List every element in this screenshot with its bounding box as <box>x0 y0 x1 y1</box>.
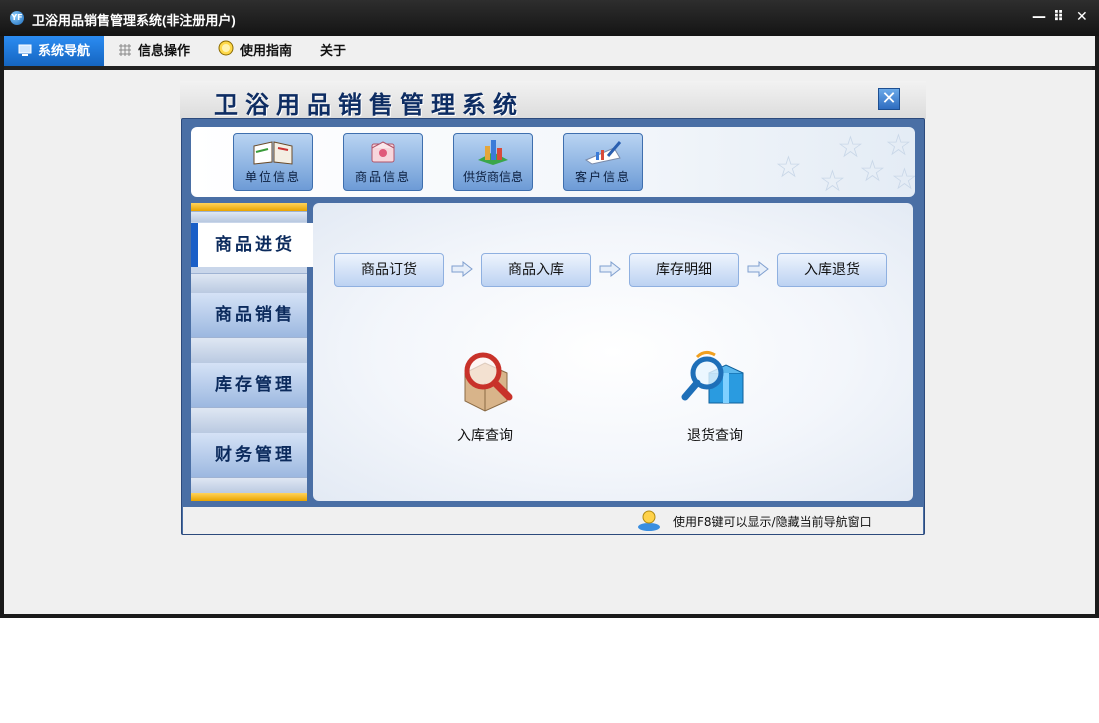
sidebar-separator <box>191 273 307 294</box>
toolbar-label: 单位信息 <box>244 170 301 184</box>
sidebar-separator <box>191 407 307 434</box>
window-title: 卫浴用品销售管理系统(非注册用户) <box>32 13 236 28</box>
navigation-header: 卫浴用品销售管理系统 ✕ <box>180 81 926 119</box>
box-icon <box>360 138 406 166</box>
supplier-info-button[interactable]: 供货商信息 <box>453 133 533 191</box>
category-sidebar: 商品进货 商品销售 库存管理 财务管理 <box>191 203 313 501</box>
arrow-right-icon <box>599 261 621 277</box>
goods-receipt-button[interactable]: 商品入库 <box>481 253 591 287</box>
tab-label: 使用指南 <box>240 43 293 58</box>
tab-about[interactable]: 关于 <box>320 36 360 66</box>
sidebar-accent-bar <box>191 203 307 211</box>
sidebar-item-purchase[interactable]: 商品进货 <box>191 223 313 267</box>
return-query-button[interactable]: 退货查询 <box>665 343 765 445</box>
toolbar-label: 客户信息 <box>574 170 631 184</box>
star-decoration-icon: ☆ <box>885 128 912 163</box>
tab-label: 关于 <box>320 43 347 58</box>
bar-chart-icon <box>470 138 516 166</box>
stock-detail-button[interactable]: 库存明细 <box>629 253 739 287</box>
sidebar-separator <box>191 211 307 222</box>
application-window: YF 卫浴用品销售管理系统(非注册用户) — ⠿ ✕ 系统导航 信息操作 使用指… <box>0 0 1099 618</box>
unit-info-button[interactable]: 单位信息 <box>233 133 313 191</box>
sidebar-item-finance[interactable]: 财务管理 <box>191 433 307 477</box>
menu-bar: 系统导航 信息操作 使用指南 关于 <box>4 36 1095 70</box>
pen-chart-icon <box>580 138 626 166</box>
product-info-button[interactable]: 商品信息 <box>343 133 423 191</box>
tab-user-guide[interactable]: 使用指南 <box>218 36 308 66</box>
workflow-area: 商品订货 商品入库 库存明细 入库退货 入库查询 退货查询 <box>313 203 913 501</box>
sidebar-separator <box>191 337 307 364</box>
app-logo-icon: YF <box>10 11 24 25</box>
receipt-return-button[interactable]: 入库退货 <box>777 253 887 287</box>
sidebar-item-sales[interactable]: 商品销售 <box>191 293 307 337</box>
navigation-title: 卫浴用品销售管理系统 <box>214 91 524 119</box>
navigation-close-button[interactable]: ✕ <box>878 88 900 110</box>
status-bar: 使用F8键可以显示/隐藏当前导航窗口 <box>183 507 923 534</box>
magnifier-box-icon <box>464 352 513 412</box>
magnifier-gift-icon <box>681 350 744 404</box>
toolbar-label: 商品信息 <box>354 170 411 184</box>
sidebar-item-inventory[interactable]: 库存管理 <box>191 363 307 407</box>
book-icon <box>250 138 296 166</box>
query-label: 退货查询 <box>687 428 743 444</box>
star-decoration-icon: ☆ <box>891 162 915 197</box>
customer-info-button[interactable]: 客户信息 <box>563 133 643 191</box>
navigation-body: ☆ ☆ ☆ ☆ ☆ ☆ 单位信息 商品信息 供货商信息 客户信息 商品进货 商品… <box>181 118 925 535</box>
order-goods-button[interactable]: 商品订货 <box>334 253 444 287</box>
tab-label: 信息操作 <box>138 43 191 58</box>
status-hint: 使用F8键可以显示/隐藏当前导航窗口 <box>673 515 872 529</box>
tab-info-operation[interactable]: 信息操作 <box>118 36 206 66</box>
receipt-query-button[interactable]: 入库查询 <box>435 343 535 445</box>
arrow-right-icon <box>451 261 473 277</box>
quick-toolbar: ☆ ☆ ☆ ☆ ☆ ☆ 单位信息 商品信息 供货商信息 客户信息 <box>191 127 915 197</box>
navigation-panel: 卫浴用品销售管理系统 ✕ ☆ ☆ ☆ ☆ ☆ ☆ 单位信息 商品信息 供货商信息… <box>180 81 928 537</box>
sidebar-accent-bar <box>191 493 307 501</box>
close-button[interactable]: ✕ <box>1076 9 1088 25</box>
arrow-right-icon <box>747 261 769 277</box>
toolbar-label: 供货商信息 <box>462 170 523 184</box>
bulb-icon <box>218 37 234 67</box>
star-decoration-icon: ☆ <box>775 150 802 185</box>
sidebar-separator <box>191 477 307 494</box>
grid-icon <box>118 37 132 67</box>
query-label: 入库查询 <box>457 428 513 444</box>
minimize-button[interactable]: — <box>1032 9 1046 25</box>
title-bar[interactable]: YF 卫浴用品销售管理系统(非注册用户) — ⠿ ✕ <box>0 0 1099 36</box>
tab-system-navigation[interactable]: 系统导航 <box>4 36 104 66</box>
restore-button[interactable]: ⠿ <box>1053 9 1064 25</box>
user-tip-icon <box>637 510 661 536</box>
star-decoration-icon: ☆ <box>819 164 846 197</box>
star-decoration-icon: ☆ <box>859 154 886 189</box>
tab-label: 系统导航 <box>38 43 91 58</box>
monitor-icon <box>18 37 32 67</box>
